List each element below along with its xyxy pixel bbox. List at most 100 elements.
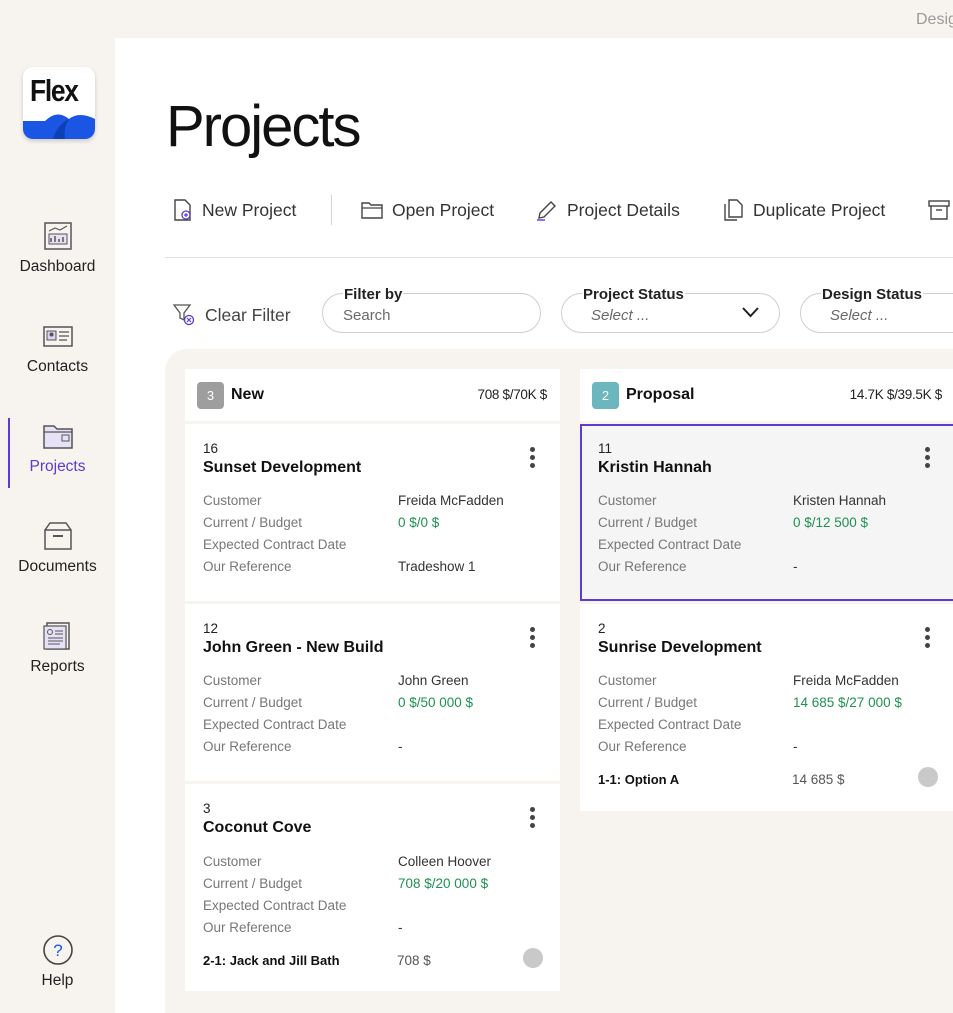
project-card-selected[interactable]: 11 Kristin Hannah Customer Kristen Hanna… [580, 424, 953, 601]
project-number: 16 [203, 441, 219, 456]
toolbar-separator [165, 257, 953, 258]
design-option-label[interactable]: 2-1: Jack and Jill Bath [203, 953, 340, 968]
chevron-down-icon [742, 307, 759, 318]
archive-project-button[interactable] [928, 195, 953, 225]
design-option-value: 14 685 $ [792, 772, 845, 787]
help-button[interactable]: ? Help [0, 934, 115, 990]
column-header: 2 Proposal 14.7K $/39.5K $ [580, 369, 953, 421]
logo-text: Flex [30, 73, 79, 108]
project-title: Sunrise Development [598, 639, 762, 656]
duplicate-icon [724, 199, 743, 221]
reference-label: Our Reference [598, 559, 687, 574]
more-options-icon[interactable] [925, 627, 931, 649]
contract-date-label: Expected Contract Date [598, 717, 742, 732]
project-details-label: Project Details [567, 199, 680, 220]
filter-by-search-input[interactable]: Filter by Search [322, 287, 541, 333]
column-sum: 708 $/70K $ [477, 387, 547, 402]
column-count-badge: 2 [592, 382, 619, 409]
budget-value: 0 $/0 $ [398, 515, 440, 530]
more-options-icon[interactable] [530, 627, 536, 649]
customer-label: Customer [203, 673, 262, 688]
project-title: Kristin Hannah [598, 459, 712, 476]
kanban-board: 3 New 708 $/70K $ 16 Sunset Development … [165, 349, 953, 1013]
customer-value: Kristen Hannah [793, 493, 887, 508]
column-title: New [231, 386, 264, 403]
project-status-label: Project Status [582, 286, 685, 303]
column-title: Proposal [626, 386, 695, 403]
open-project-button[interactable]: Open Project [361, 195, 494, 225]
duplicate-project-label: Duplicate Project [753, 199, 886, 220]
project-title: Sunset Development [203, 459, 362, 476]
app-logo[interactable]: Flex [23, 67, 95, 139]
sidebar-item-dashboard[interactable]: Dashboard [0, 220, 115, 276]
filter-by-label: Filter by [343, 286, 404, 303]
sidebar-item-label: Contacts [26, 358, 89, 375]
main-content: Projects New Project Open Project Projec… [115, 38, 953, 1013]
customer-label: Customer [598, 673, 657, 688]
contract-date-label: Expected Contract Date [203, 717, 347, 732]
more-options-icon[interactable] [530, 807, 536, 829]
sidebar-item-documents[interactable]: Documents [0, 520, 115, 576]
column-sum: 14.7K $/39.5K $ [849, 387, 943, 402]
reference-value: - [793, 559, 798, 574]
contract-date-label: Expected Contract Date [598, 537, 742, 552]
budget-label: Current / Budget [203, 515, 303, 530]
design-status-select[interactable]: Design Status Select ... [800, 287, 953, 333]
design-option-value: 708 $ [397, 953, 431, 968]
contacts-icon [42, 326, 73, 347]
status-dot-icon[interactable] [918, 767, 938, 787]
sidebar-item-contacts[interactable]: Contacts [0, 320, 115, 376]
sidebar-item-reports[interactable]: Reports [0, 620, 115, 676]
customer-value: John Green [398, 673, 469, 688]
help-icon: ? [42, 935, 73, 965]
customer-value: Freida McFadden [793, 673, 899, 688]
project-number: 11 [598, 441, 613, 456]
customer-label: Customer [203, 854, 262, 869]
customer-label: Customer [598, 493, 657, 508]
duplicate-project-button[interactable]: Duplicate Project [722, 195, 885, 225]
project-title: John Green - New Build [203, 639, 384, 656]
project-status-placeholder: Select ... [591, 307, 650, 324]
reports-icon [42, 622, 70, 650]
budget-value: 0 $/12 500 $ [793, 515, 869, 530]
reference-value: - [398, 920, 403, 935]
project-card[interactable]: 3 Coconut Cove Customer Colleen Hoover C… [185, 784, 560, 991]
reference-label: Our Reference [203, 739, 292, 754]
design-option-label[interactable]: 1-1: Option A [598, 772, 679, 787]
top-bar-text[interactable]: Desig [916, 11, 953, 29]
new-project-label: New Project [202, 199, 297, 220]
contract-date-label: Expected Contract Date [203, 537, 347, 552]
status-dot-icon[interactable] [523, 948, 543, 968]
sidebar-item-label: Reports [30, 658, 85, 675]
budget-label: Current / Budget [203, 876, 303, 891]
project-title: Coconut Cove [203, 819, 312, 836]
page-title: Projects [166, 94, 362, 159]
more-options-icon[interactable] [530, 447, 536, 469]
documents-icon [43, 522, 72, 550]
project-number: 3 [203, 801, 211, 816]
toolbar-divider [331, 195, 332, 225]
new-project-button[interactable]: New Project [173, 195, 296, 225]
contract-date-label: Expected Contract Date [203, 898, 347, 913]
budget-label: Current / Budget [598, 515, 698, 530]
budget-value: 14 685 $/27 000 $ [793, 695, 902, 710]
project-card[interactable]: 16 Sunset Development Customer Freida Mc… [185, 424, 560, 601]
project-status-select[interactable]: Project Status Select ... [561, 287, 780, 333]
budget-value: 0 $/50 000 $ [398, 695, 474, 710]
project-card[interactable]: 12 John Green - New Build Customer John … [185, 604, 560, 781]
edit-pen-icon [537, 201, 556, 221]
help-label: Help [41, 972, 74, 989]
more-options-icon[interactable] [925, 447, 931, 469]
design-status-label: Design Status [821, 286, 924, 303]
project-details-button[interactable]: Project Details [536, 195, 680, 225]
project-number: 2 [598, 621, 606, 636]
open-project-label: Open Project [392, 199, 495, 220]
reference-label: Our Reference [598, 739, 687, 754]
project-card[interactable]: 2 Sunrise Development Customer Freida Mc… [580, 604, 953, 811]
dashboard-icon [43, 222, 72, 250]
clear-filter-button[interactable]: Clear Filter [173, 301, 291, 329]
clear-filter-icon [173, 304, 195, 326]
budget-label: Current / Budget [203, 695, 303, 710]
sidebar-item-label: Projects [29, 458, 86, 475]
sidebar-item-projects[interactable]: Projects [0, 420, 115, 476]
